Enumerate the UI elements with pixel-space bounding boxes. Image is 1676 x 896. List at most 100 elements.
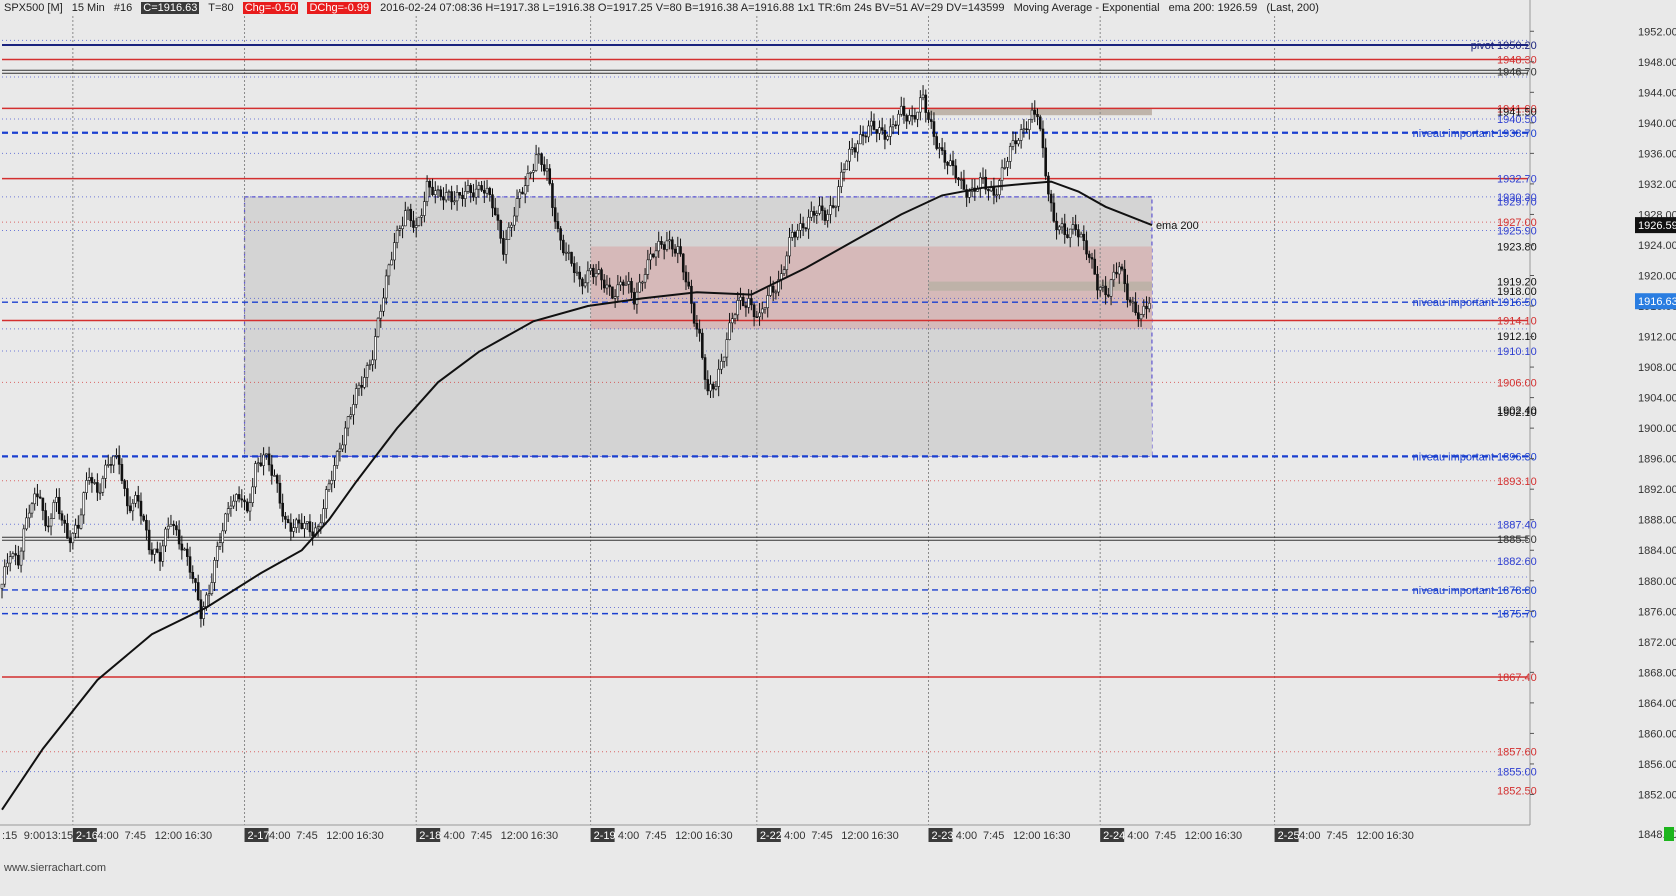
price-bar-body — [728, 322, 731, 340]
price-bar-body — [213, 560, 216, 583]
time-tick-label: 12:00 — [326, 830, 354, 842]
price-bar-body — [605, 284, 609, 289]
level-label: 1929.70 — [1497, 196, 1537, 208]
day-label: 2-24 — [1103, 830, 1125, 842]
price-bar-body — [374, 336, 377, 361]
price-bar-body — [371, 359, 374, 365]
price-bar-body — [436, 189, 440, 192]
ema-value-label: 1926.59 — [1638, 220, 1676, 232]
price-bar-body — [523, 185, 527, 195]
price-bar-body — [229, 505, 233, 509]
price-bar-body — [589, 267, 592, 272]
price-bar-body — [420, 215, 423, 218]
price-bar-body — [861, 134, 865, 137]
price-bar-body — [215, 546, 219, 561]
price-bar-body — [848, 148, 851, 162]
price-bar-body — [117, 455, 121, 465]
y-tick-label: 1860.00 — [1638, 728, 1676, 740]
price-bar-body — [1055, 220, 1058, 231]
price-bar-body — [19, 550, 23, 566]
price-bar-body — [237, 494, 241, 500]
y-tick-label: 1936.00 — [1638, 148, 1676, 160]
time-tick-label: 16:30 — [705, 830, 733, 842]
time-tick-label: 7:45 — [1155, 830, 1176, 842]
time-tick-label: 16:30 — [1215, 830, 1243, 842]
price-bar-body — [951, 160, 955, 167]
time-tick-label: 12:00 — [501, 830, 529, 842]
price-bar-body — [581, 278, 584, 287]
price-bar-body — [344, 427, 347, 446]
price-bar-body — [1011, 140, 1015, 147]
price-bar-body — [41, 497, 45, 511]
price-bar-body — [57, 496, 61, 515]
time-tick-label: 12:00 — [675, 830, 703, 842]
y-tick-label: 1852.00 — [1638, 789, 1676, 801]
time-tick-label: 7:45 — [811, 830, 832, 842]
day-label: 2-23 — [932, 830, 954, 842]
price-bar-body — [166, 525, 170, 530]
level-label: 1918.00 — [1497, 286, 1537, 298]
price-bar-body — [431, 186, 434, 195]
status-marker — [1664, 827, 1674, 841]
time-tick-label: 7:45 — [125, 830, 146, 842]
price-bar-body — [1052, 202, 1056, 222]
price-bar-body — [0, 583, 4, 589]
price-bar-body — [594, 273, 598, 278]
price-bar-body — [804, 227, 808, 230]
price-bar-body — [248, 502, 252, 512]
price-bar-body — [897, 113, 900, 126]
price-bar-body — [265, 453, 268, 456]
price-bar-body — [987, 188, 990, 192]
price-bar-body — [1112, 271, 1116, 281]
price-bar-body — [1068, 228, 1072, 238]
zone-2 — [590, 409, 1152, 457]
price-bar-body — [878, 127, 881, 134]
price-bar-body — [63, 519, 66, 524]
price-bar-body — [1030, 109, 1034, 120]
day-label: 2-18 — [419, 830, 441, 842]
price-bar-body — [943, 150, 947, 163]
price-bar-body — [338, 448, 342, 452]
price-bar-body — [752, 304, 756, 318]
level-label: 1902.10 — [1497, 407, 1537, 419]
chart-header: SPX500 [M] 15 Min #16 C=1916.63 T=80 Chg… — [0, 0, 1325, 16]
y-tick-label: 1884.00 — [1638, 545, 1676, 557]
study-name-label: Moving Average - Exponential — [1013, 2, 1160, 14]
price-bar-body — [1017, 140, 1020, 145]
watermark: www.sierrachart.com — [4, 862, 107, 874]
price-bar-body — [929, 119, 933, 122]
level-label: 1910.10 — [1497, 346, 1537, 358]
price-bar-body — [398, 228, 402, 231]
price-bar-body — [957, 177, 960, 181]
price-bar-body — [226, 508, 230, 515]
price-bar-body — [935, 136, 938, 149]
price-bar-body — [559, 228, 562, 241]
price-bar-body — [194, 578, 197, 583]
time-tick-label: 4:00 — [443, 830, 464, 842]
y-tick-label: 1880.00 — [1638, 576, 1676, 588]
time-tick-label: 4:00 — [269, 830, 290, 842]
time-axis[interactable]: :15 9:00 13:15 2-16 4:00 7:45 12:00 16:30 2-17 4:… — [0, 824, 1530, 896]
price-bar-body — [294, 519, 298, 529]
price-bar-body — [384, 275, 388, 299]
close-price-badge: C=1916.63 — [141, 2, 200, 14]
price-bar-body — [722, 356, 726, 362]
price-bar-body — [77, 524, 80, 529]
price-bar-body — [428, 180, 432, 188]
price-bar-body — [921, 94, 925, 99]
price-bar-body — [360, 384, 364, 388]
candlestick-chart[interactable]: 1950.20pivot1948.301946.701941.901941.50… — [0, 0, 1676, 896]
price-bar-body — [968, 191, 971, 198]
price-bar-body — [115, 455, 118, 457]
price-bar-body — [796, 229, 800, 238]
price-bar-body — [47, 525, 50, 528]
price-bar-body — [810, 210, 813, 218]
price-bar-body — [867, 125, 870, 138]
price-bar-body — [55, 496, 58, 503]
price-bar-body — [412, 220, 415, 228]
price-bar-body — [177, 529, 181, 545]
price-bar-body — [245, 501, 249, 512]
day-label: 2-25 — [1278, 830, 1300, 842]
level-label: 1882.60 — [1497, 556, 1537, 568]
price-bar-body — [834, 205, 838, 208]
